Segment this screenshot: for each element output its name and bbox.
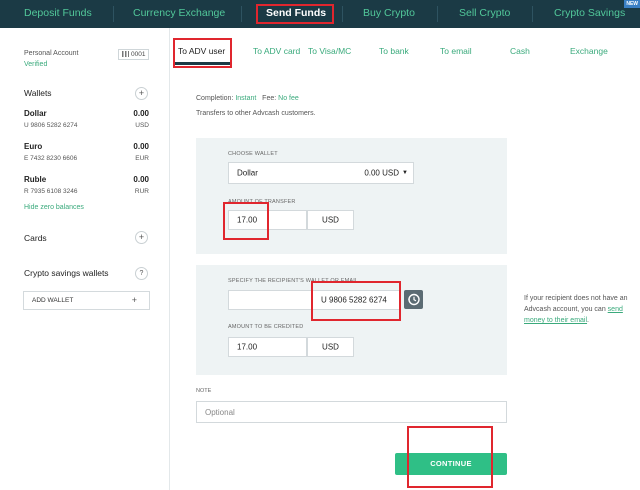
amount-input[interactable]: 17.00: [228, 210, 307, 230]
add-card-plus-icon[interactable]: +: [135, 231, 148, 244]
wallet-select-name: Dollar: [237, 168, 258, 178]
wallets-title: Wallets: [24, 88, 52, 98]
credited-label: AMOUNT TO BE CREDITED: [228, 324, 304, 330]
wallet-number: R 7935 6108 3246: [24, 188, 78, 195]
wallet-select-balance: 0.00 USD: [364, 168, 399, 178]
crypto-savings-title: Crypto savings wallets: [24, 268, 109, 278]
nav-tab-crypto-savings[interactable]: Crypto Savings: [554, 0, 625, 28]
chevron-down-icon: ▼: [402, 170, 408, 176]
sidebar: Personal Account Verified 0001 Wallets +…: [0, 28, 170, 490]
nav-tab-sell-crypto[interactable]: Sell Crypto: [459, 0, 510, 28]
cards-title: Cards: [24, 233, 47, 243]
nav-divider: [532, 6, 533, 22]
chart-icon: [122, 51, 129, 58]
wallet-amount: 0.00: [133, 142, 149, 151]
side-note: If your recipient does not have an Advca…: [524, 295, 628, 324]
wallet-number: U 9806 5282 6274: [24, 122, 78, 129]
account-id: 0001: [131, 51, 146, 58]
nav-tab-currency-exchange[interactable]: Currency Exchange: [133, 0, 225, 28]
tab-cash[interactable]: Cash: [510, 46, 530, 56]
add-wallet-label: ADD WALLET: [32, 297, 74, 304]
hide-zero-balances-link[interactable]: Hide zero balances: [24, 204, 84, 211]
continue-button[interactable]: CONTINUE: [395, 453, 507, 475]
tab-to-bank[interactable]: To bank: [379, 46, 409, 56]
credited-currency-label: USD: [322, 342, 339, 352]
top-nav: Deposit Funds Currency Exchange Send Fun…: [0, 0, 640, 28]
history-button[interactable]: [404, 290, 423, 309]
credited-input: 17.00: [228, 337, 307, 357]
wallet-number: E 7432 8230 6606: [24, 155, 78, 162]
nav-divider: [437, 6, 438, 22]
active-tab-indicator: [175, 62, 231, 65]
wallet-name[interactable]: Euro: [24, 142, 42, 151]
nav-tab-buy-crypto[interactable]: Buy Crypto: [363, 0, 415, 28]
recipient-value: U 9806 5282 6274: [321, 295, 387, 305]
account-status: Verified: [24, 61, 48, 68]
note-placeholder: Optional: [205, 408, 235, 417]
tab-to-adv-card[interactable]: To ADV card: [253, 46, 300, 56]
history-icon: [408, 293, 420, 306]
fee-label: Fee:: [262, 95, 277, 102]
recipient-input[interactable]: U 9806 5282 6274: [228, 290, 400, 310]
new-badge: NEW: [624, 0, 640, 8]
wallet-name[interactable]: Dollar: [24, 109, 47, 118]
account-label: Personal Account: [24, 50, 79, 57]
account-id-badge[interactable]: 0001: [118, 49, 150, 60]
credited-currency: USD: [307, 337, 354, 357]
amount-value: 17.00: [237, 215, 258, 225]
nav-tab-deposit-funds[interactable]: Deposit Funds: [24, 0, 92, 28]
completion-label: Completion:: [196, 95, 234, 102]
credited-value: 17.00: [237, 342, 258, 352]
wallet-currency: USD: [135, 122, 149, 129]
add-wallet-button[interactable]: ADD WALLET +: [23, 291, 150, 310]
nav-divider: [342, 6, 343, 22]
nav-tab-send-funds[interactable]: Send Funds: [266, 0, 326, 28]
amount-currency-label: USD: [322, 215, 339, 225]
nav-divider: [113, 6, 114, 22]
help-icon[interactable]: ?: [135, 267, 148, 280]
wallet-amount: 0.00: [133, 175, 149, 184]
recipient-label: SPECIFY THE RECIPIENT'S WALLET OR EMAIL: [228, 278, 359, 284]
plus-icon: +: [131, 295, 137, 305]
wallet-name[interactable]: Ruble: [24, 175, 46, 184]
wallet-select[interactable]: Dollar 0.00 USD ▼: [228, 162, 414, 184]
note-label: NOTE: [196, 388, 212, 394]
amount-label: AMOUNT OF TRANSFER: [228, 199, 296, 205]
note-input[interactable]: Optional: [196, 401, 507, 423]
tab-to-adv-user[interactable]: To ADV user: [178, 46, 225, 56]
choose-wallet-label: CHOOSE WALLET: [228, 151, 278, 157]
wallet-currency: EUR: [135, 155, 149, 162]
add-wallet-plus-icon[interactable]: +: [135, 87, 148, 100]
tab-exchange[interactable]: Exchange: [570, 46, 608, 56]
completion-info: Completion: Instant Fee: No fee: [196, 95, 299, 102]
fee-value: No fee: [278, 95, 299, 102]
nav-divider: [241, 6, 242, 22]
completion-value: Instant: [235, 95, 257, 102]
tab-to-email[interactable]: To email: [440, 46, 472, 56]
transfer-description: Transfers to other Advcash customers.: [196, 110, 316, 117]
wallet-currency: RUR: [134, 188, 149, 195]
tab-to-visa-mc[interactable]: To Visa/MC: [308, 46, 351, 56]
wallet-amount: 0.00: [133, 109, 149, 118]
amount-currency: USD: [307, 210, 354, 230]
